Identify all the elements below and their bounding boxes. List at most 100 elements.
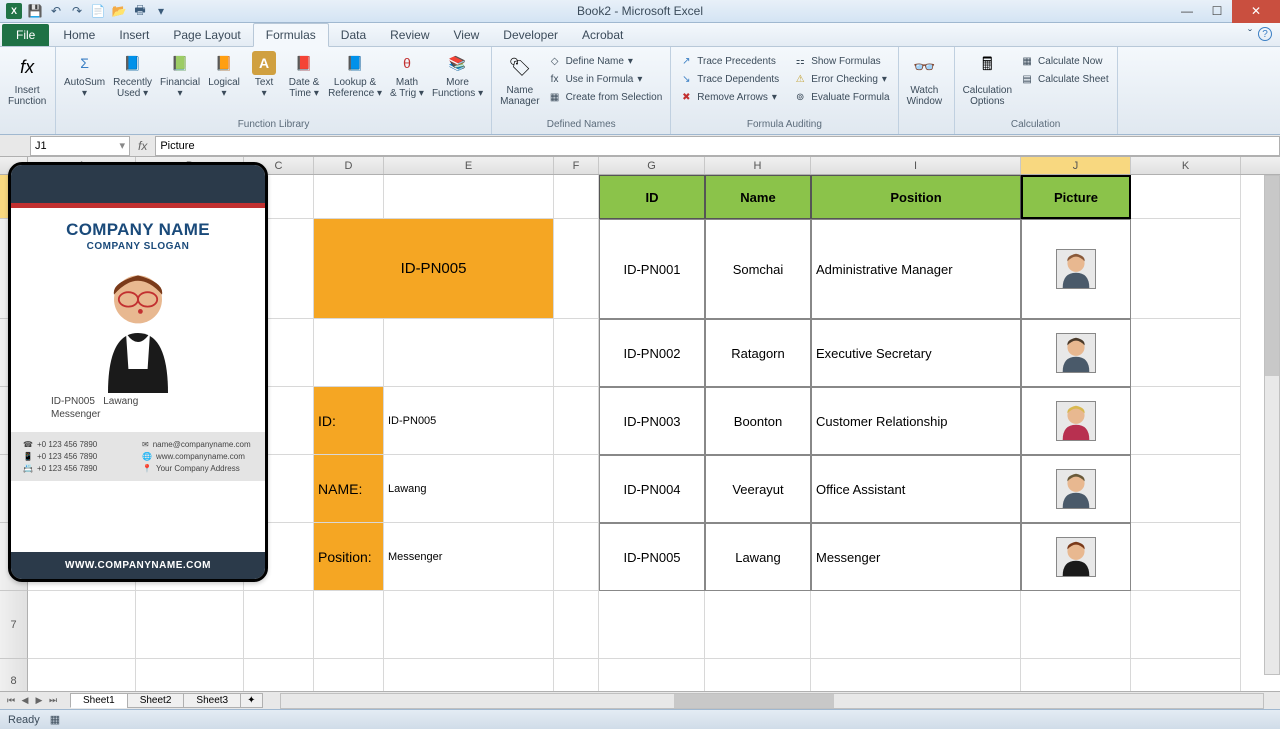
id-card-object[interactable]: COMPANY NAME COMPANY SLOGAN ID-PN005 Law… xyxy=(8,162,268,582)
cell-J7[interactable] xyxy=(1021,591,1131,659)
qat-undo-icon[interactable]: ↶ xyxy=(48,3,64,19)
cell-K2[interactable] xyxy=(1131,219,1241,319)
create-from-selection-button[interactable]: ▦Create from Selection xyxy=(544,89,667,105)
cell-C8[interactable] xyxy=(244,659,314,691)
cell-J4[interactable] xyxy=(1021,387,1131,455)
sheet-tab-2[interactable]: Sheet2 xyxy=(127,693,185,708)
cell-G8[interactable] xyxy=(599,659,705,691)
qat-more-icon[interactable]: ▾ xyxy=(153,3,169,19)
tab-review[interactable]: Review xyxy=(378,24,441,46)
col-head-J[interactable]: J xyxy=(1021,157,1131,174)
cell-I2[interactable]: Administrative Manager xyxy=(811,219,1021,319)
cell-F4[interactable] xyxy=(554,387,599,455)
cell-K6[interactable] xyxy=(1131,523,1241,591)
cell-G5[interactable]: ID-PN004 xyxy=(599,455,705,523)
cell-J6[interactable] xyxy=(1021,523,1131,591)
show-formulas-button[interactable]: ⚏Show Formulas xyxy=(789,53,893,69)
tab-insert[interactable]: Insert xyxy=(107,24,161,46)
cell-D6[interactable]: Position: xyxy=(314,523,384,591)
tab-data[interactable]: Data xyxy=(329,24,378,46)
sheet-nav-first[interactable]: ⏮ xyxy=(4,695,18,706)
col-head-E[interactable]: E xyxy=(384,157,554,174)
cell-I8[interactable] xyxy=(811,659,1021,691)
new-sheet-button[interactable]: ✦ xyxy=(240,693,262,708)
cell-E5[interactable]: Lawang xyxy=(384,455,554,523)
cell-I3[interactable]: Executive Secretary xyxy=(811,319,1021,387)
trace-dependents-button[interactable]: ↘Trace Dependents xyxy=(675,71,783,87)
cell-D3[interactable] xyxy=(314,319,384,387)
tab-developer[interactable]: Developer xyxy=(491,24,570,46)
cell-H1[interactable]: Name xyxy=(705,175,811,219)
use-in-formula-button[interactable]: fxUse in Formula ▾ xyxy=(544,71,667,87)
cell-I6[interactable]: Messenger xyxy=(811,523,1021,591)
cell-K4[interactable] xyxy=(1131,387,1241,455)
autosum-button[interactable]: ΣAutoSum▾ xyxy=(60,49,109,101)
cell-F6[interactable] xyxy=(554,523,599,591)
name-manager-button[interactable]: 🏷Name Manager xyxy=(496,49,543,109)
maximize-button[interactable]: ☐ xyxy=(1202,0,1232,23)
tab-view[interactable]: View xyxy=(442,24,492,46)
cell-H2[interactable]: Somchai xyxy=(705,219,811,319)
cell-H5[interactable]: Veerayut xyxy=(705,455,811,523)
cell-E3[interactable] xyxy=(384,319,554,387)
qat-redo-icon[interactable]: ↷ xyxy=(69,3,85,19)
calculation-options-button[interactable]: 🖩Calculation Options xyxy=(959,49,1016,109)
minimize-button[interactable]: — xyxy=(1172,0,1202,23)
cell-D7[interactable] xyxy=(314,591,384,659)
cell-I1[interactable]: Position xyxy=(811,175,1021,219)
cell-G6[interactable]: ID-PN005 xyxy=(599,523,705,591)
qat-open-icon[interactable]: 📂 xyxy=(111,3,127,19)
cell-G3[interactable]: ID-PN002 xyxy=(599,319,705,387)
error-checking-button[interactable]: ⚠Error Checking ▾ xyxy=(789,71,893,87)
math-trig-button[interactable]: θMath& Trig ▾ xyxy=(386,49,428,101)
cell-G1[interactable]: ID xyxy=(599,175,705,219)
minimize-ribbon-icon[interactable]: ˇ xyxy=(1248,27,1252,41)
calculate-now-button[interactable]: ▦Calculate Now xyxy=(1016,53,1113,69)
cell-G7[interactable] xyxy=(599,591,705,659)
col-head-I[interactable]: I xyxy=(811,157,1021,174)
cell-D8[interactable] xyxy=(314,659,384,691)
remove-arrows-button[interactable]: ✖Remove Arrows ▾ xyxy=(675,89,783,105)
cell-E7[interactable] xyxy=(384,591,554,659)
row-head-7[interactable]: 7 xyxy=(0,591,28,659)
cell-I5[interactable]: Office Assistant xyxy=(811,455,1021,523)
cell-J8[interactable] xyxy=(1021,659,1131,691)
cell-D5[interactable]: NAME: xyxy=(314,455,384,523)
cell-B8[interactable] xyxy=(136,659,244,691)
cell-B7[interactable] xyxy=(136,591,244,659)
cell-I7[interactable] xyxy=(811,591,1021,659)
cell-K5[interactable] xyxy=(1131,455,1241,523)
close-button[interactable]: ✕ xyxy=(1232,0,1280,23)
cell-J1[interactable]: Picture xyxy=(1021,175,1131,219)
tab-home[interactable]: Home xyxy=(51,24,107,46)
cell-K1[interactable] xyxy=(1131,175,1241,219)
cell-K3[interactable] xyxy=(1131,319,1241,387)
cell-E8[interactable] xyxy=(384,659,554,691)
sheet-nav-last[interactable]: ⏭ xyxy=(46,695,60,706)
name-box[interactable]: J1▾ xyxy=(30,136,130,156)
col-head-G[interactable]: G xyxy=(599,157,705,174)
cell-D4[interactable]: ID: xyxy=(314,387,384,455)
tab-formulas[interactable]: Formulas xyxy=(253,23,329,47)
cell-K7[interactable] xyxy=(1131,591,1241,659)
sheet-tab-3[interactable]: Sheet3 xyxy=(183,693,241,708)
cell-F2[interactable] xyxy=(554,219,599,319)
cell-F7[interactable] xyxy=(554,591,599,659)
cell-H6[interactable]: Lawang xyxy=(705,523,811,591)
col-head-F[interactable]: F xyxy=(554,157,599,174)
lookup-ref-button[interactable]: 📘Lookup &Reference ▾ xyxy=(324,49,386,101)
more-functions-button[interactable]: 📚MoreFunctions ▾ xyxy=(428,49,487,101)
file-tab[interactable]: File xyxy=(2,24,49,46)
cell-A7[interactable] xyxy=(28,591,136,659)
qat-print-icon[interactable]: 🖶 xyxy=(132,3,148,19)
horizontal-scrollbar[interactable] xyxy=(280,693,1264,709)
cell-F1[interactable] xyxy=(554,175,599,219)
cell-E4[interactable]: ID-PN005 xyxy=(384,387,554,455)
calculate-sheet-button[interactable]: ▤Calculate Sheet xyxy=(1016,71,1113,87)
cell-G2[interactable]: ID-PN001 xyxy=(599,219,705,319)
row-head-8[interactable]: 8 xyxy=(0,659,28,691)
fx-icon[interactable]: fx xyxy=(130,139,155,153)
cell-K8[interactable] xyxy=(1131,659,1241,691)
cell-E2[interactable] xyxy=(384,219,554,319)
date-time-button[interactable]: 📕Date &Time ▾ xyxy=(284,49,324,101)
